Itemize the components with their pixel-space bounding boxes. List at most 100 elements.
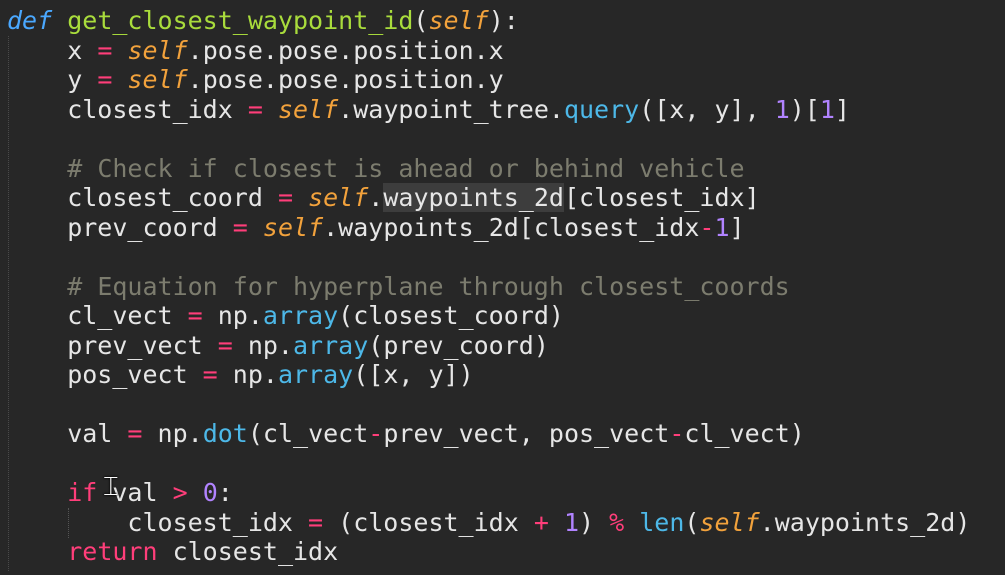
code-line[interactable]: ​ (7, 449, 970, 479)
code-line[interactable]: ​ (7, 242, 970, 272)
code-line[interactable]: val = np.dot(cl_vect -prev_vect, pos_vect… (7, 419, 970, 449)
code-token: y (7, 65, 98, 94)
code-token: ] (729, 212, 745, 242)
code-line[interactable]: pos_vect = np.array([x, y]) (7, 360, 970, 390)
code-token: if (67, 478, 98, 507)
code-token: = (97, 35, 113, 65)
code-token: .pose.pose.position.x (187, 35, 504, 65)
code-token: = (308, 507, 324, 537)
code-token: ( (684, 507, 700, 537)
code-token: ] (834, 94, 850, 124)
code-token: (closest_coord) (338, 301, 564, 330)
code-token: .pose.pose.position.y (187, 65, 504, 94)
code-token: (cl_vect (247, 419, 369, 448)
code-token: # Check if closest is ahead or behind ve… (67, 153, 745, 183)
code-token: prev_coord (7, 212, 233, 242)
code-line[interactable]: closest_idx = (closest_idx + 1) % len(se… (7, 508, 970, 538)
code-token: len (639, 507, 685, 537)
code-token: self (277, 94, 339, 124)
code-token: np. (217, 360, 278, 389)
code-token: dot (202, 419, 248, 448)
code-token: ([x, y], (639, 94, 775, 124)
code-line[interactable]: prev_vect = np.array(prev_coord) (7, 331, 970, 361)
code-token: - (699, 212, 715, 242)
code-token: cl_vect) (684, 419, 805, 448)
code-line[interactable]: ​ (7, 390, 970, 420)
code-token: 1 (714, 212, 730, 242)
code-token: % (609, 507, 625, 537)
code-token: 1 (774, 94, 790, 124)
code-token: self (262, 212, 324, 242)
code-token: .waypoint_tree. (338, 94, 564, 124)
code-token: = (127, 419, 143, 448)
code-token: + (533, 507, 549, 537)
code-token: = (202, 360, 218, 389)
code-token: self (699, 507, 760, 537)
code-token: = (187, 301, 203, 330)
code-token: . (368, 183, 384, 212)
code-line[interactable]: closest_idx = self.waypoint_tree.query([… (7, 95, 970, 125)
code-line[interactable]: return closest_idx (7, 537, 970, 567)
code-token: array (277, 360, 354, 389)
code-token: ) (579, 507, 610, 537)
code-token: self (127, 35, 188, 65)
code-line[interactable]: ​ (7, 124, 970, 154)
code-line[interactable]: x = self.pose.pose.position.x (7, 36, 970, 66)
code-token: ): (488, 6, 519, 35)
code-line[interactable]: y = self.pose.pose.position.y (7, 65, 970, 95)
code-text-area[interactable]: def get_closest_waypoint_id(self): x = s… (7, 6, 970, 567)
code-token: ([x, y]) (353, 360, 474, 389)
code-token: x (7, 35, 98, 65)
code-line[interactable]: prev_coord = self.waypoints_2d[closest_i… (7, 213, 970, 243)
code-token: 1 (563, 507, 579, 537)
code-line[interactable]: cl_vect = np.array(closest_coord) (7, 301, 970, 331)
code-token: self (428, 6, 489, 35)
code-token: closest_idx (157, 537, 339, 566)
code-token: [closest_idx] (563, 183, 760, 212)
text-cursor-icon: ⌶ (103, 472, 119, 502)
code-token: > (172, 478, 188, 507)
code-token: = (97, 65, 113, 94)
code-token: = (277, 183, 293, 212)
code-token: np. (202, 301, 263, 330)
code-token: def (7, 6, 53, 35)
code-token: ( (413, 6, 429, 35)
code-token: np. (142, 419, 203, 448)
code-token: closest_coord (7, 183, 278, 212)
code-token: val (7, 419, 128, 448)
code-token: pos_vect (7, 360, 203, 389)
code-line[interactable]: def get_closest_waypoint_id(self): (7, 6, 970, 36)
code-token: self (308, 183, 369, 212)
code-token: self (127, 65, 188, 94)
code-token: # Equation for hyperplane through closes… (67, 271, 790, 301)
code-token: .waypoints_2d) (759, 507, 971, 537)
code-token: prev_vect (7, 330, 218, 360)
code-token: get_closest_waypoint_id (67, 6, 414, 35)
code-token: - (669, 419, 685, 448)
code-token: = (247, 94, 263, 124)
code-line[interactable]: # Equation for hyperplane through closes… (7, 272, 970, 302)
code-line[interactable]: # Check if closest is ahead or behind ve… (7, 154, 970, 184)
code-token: np. (232, 330, 293, 360)
code-token: 1 (819, 94, 835, 124)
code-line[interactable]: if val > 0: (7, 478, 970, 508)
code-token: : (217, 478, 233, 507)
code-token: return (67, 537, 158, 566)
code-token: closest_idx (7, 507, 309, 537)
code-editor[interactable]: def get_closest_waypoint_id(self): x = s… (0, 0, 1005, 575)
code-token: prev_vect, pos_vect (383, 419, 670, 448)
code-token: (closest_idx (323, 507, 534, 537)
code-line[interactable]: closest_coord = self.waypoints_2d[closes… (7, 183, 970, 213)
code-token: waypoints_2d (383, 183, 564, 212)
code-token: )[ (789, 94, 820, 124)
